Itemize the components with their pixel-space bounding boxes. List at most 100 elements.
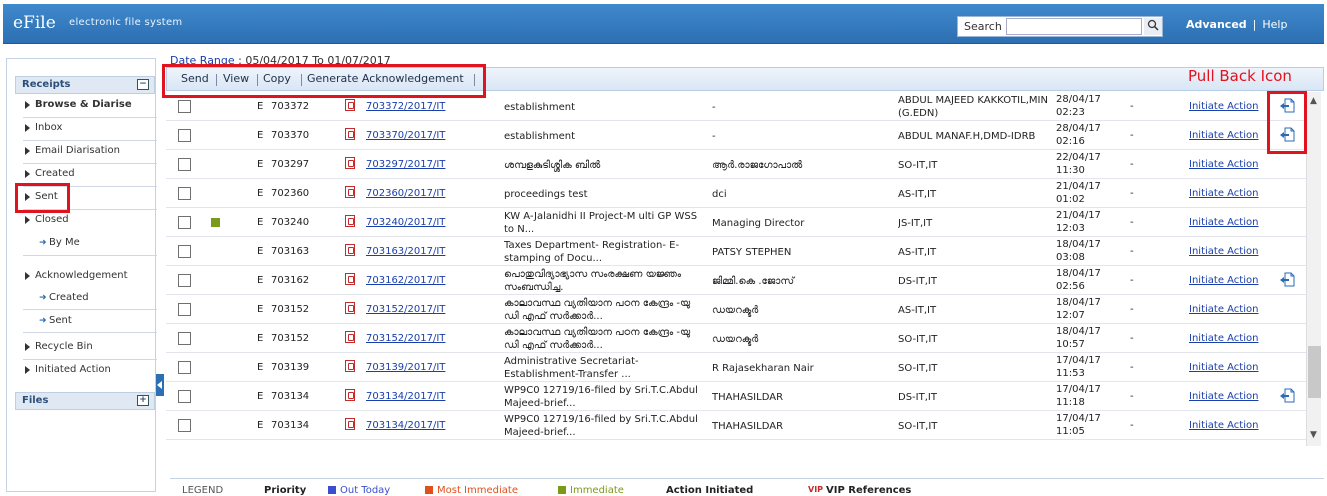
pdf-icon[interactable]	[345, 157, 355, 169]
receipt-type: E	[257, 130, 264, 141]
table-row[interactable]: E 703134 703134/2017/IT WP9C0 12719/16-file…	[166, 382, 1306, 411]
file-number-link[interactable]: 703139/2017/IT	[366, 361, 445, 374]
file-number-link[interactable]: 703163/2017/IT	[366, 245, 445, 258]
scroll-up-icon[interactable]: ▲	[1310, 96, 1317, 106]
pdf-icon[interactable]	[345, 360, 355, 372]
sidebar-item-inbox[interactable]: Inbox	[23, 120, 62, 136]
file-number-link[interactable]: 702360/2017/IT	[366, 187, 445, 200]
row-checkbox[interactable]	[178, 419, 191, 432]
pdf-icon[interactable]	[345, 128, 355, 140]
pdf-icon[interactable]	[345, 244, 355, 256]
scroll-down-icon[interactable]: ▼	[1310, 430, 1317, 440]
sidebar-item-label: By Me	[49, 237, 80, 248]
subject: WP9C0 12719/16-filed by Sri.T.C.Abdul Ma…	[504, 414, 698, 438]
sidebar-item-ack-sent[interactable]: ➜ Sent	[39, 313, 72, 329]
sent-time: 03:08	[1056, 252, 1085, 263]
pdf-icon[interactable]	[345, 186, 355, 198]
table-row[interactable]: E 703162 703162/2017/IT പൊതുവിദ്യാഭ്യാസ സംര…	[166, 266, 1306, 295]
pdf-icon[interactable]	[345, 215, 355, 227]
initiate-action-link[interactable]: Initiate Action	[1189, 187, 1258, 200]
file-number-link[interactable]: 703240/2017/IT	[366, 216, 445, 229]
row-checkbox[interactable]	[178, 390, 191, 403]
scroll-thumb[interactable]	[1308, 346, 1321, 398]
receipt-number: 703297	[271, 159, 310, 170]
file-number-link[interactable]: 703152/2017/IT	[366, 303, 445, 316]
pdf-icon[interactable]	[345, 331, 355, 343]
row-checkbox[interactable]	[178, 245, 191, 258]
file-number-link[interactable]: 703297/2017/IT	[366, 158, 445, 171]
sent-to: JS-IT,IT	[898, 217, 933, 229]
pdf-icon[interactable]	[345, 389, 355, 401]
pull-back-icon[interactable]	[1279, 272, 1295, 287]
sidebar-item-browse-diarise[interactable]: Browse & Diarise	[23, 97, 132, 113]
table-row[interactable]: E 703152 703152/2017/IT കാലാവസ്ഥ വ്യതിയാന പ…	[166, 324, 1306, 353]
files-title: Files	[22, 395, 49, 406]
initiate-action-link[interactable]: Initiate Action	[1189, 419, 1258, 432]
row-checkbox[interactable]	[178, 216, 191, 229]
sent-time: 10:57	[1056, 339, 1085, 350]
initiate-action-link[interactable]: Initiate Action	[1189, 129, 1258, 142]
pdf-icon[interactable]	[345, 99, 355, 111]
search-button[interactable]	[1144, 18, 1162, 35]
sender: R Rajasekharan Nair	[712, 362, 814, 374]
sidebar-collapse-handle[interactable]	[156, 374, 164, 396]
initiate-action-link[interactable]: Initiate Action	[1189, 245, 1258, 258]
table-row[interactable]: E 703163 703163/2017/IT Taxes Department- R…	[166, 237, 1306, 266]
pdf-icon[interactable]	[345, 302, 355, 314]
sidebar-item-closed[interactable]: Closed	[23, 212, 69, 228]
table-row[interactable]: E 703134 703134/2017/IT WP9C0 12719/16-file…	[166, 411, 1306, 440]
table-row[interactable]: E 702360 702360/2017/IT proceedings test dci…	[166, 179, 1306, 208]
sidebar-item-ack-created[interactable]: ➜ Created	[39, 290, 89, 306]
row-checkbox[interactable]	[178, 361, 191, 374]
sidebar-item-initiated-action[interactable]: Initiated Action	[23, 362, 111, 378]
initiate-action-link[interactable]: Initiate Action	[1189, 390, 1258, 403]
row-checkbox[interactable]	[178, 129, 191, 142]
sidebar-item-created[interactable]: Created	[23, 166, 75, 182]
initiate-action-link[interactable]: Initiate Action	[1189, 274, 1258, 287]
triangle-icon	[25, 343, 30, 351]
vertical-scrollbar[interactable]: ▲ ▼	[1306, 92, 1321, 446]
sidebar-item-by-me[interactable]: ➜ By Me	[39, 235, 80, 251]
file-number-link[interactable]: 703152/2017/IT	[366, 332, 445, 345]
file-number-link[interactable]: 703162/2017/IT	[366, 274, 445, 287]
table-row[interactable]: E 703152 703152/2017/IT കാലാവസ്ഥ വ്യതിയാന പ…	[166, 295, 1306, 324]
sidebar-item-acknowledgement[interactable]: Acknowledgement	[23, 268, 128, 284]
pdf-icon[interactable]	[345, 418, 355, 430]
row-checkbox[interactable]	[178, 303, 191, 316]
sender: PATSY STEPHEN	[712, 246, 792, 258]
pull-back-icon[interactable]	[1279, 388, 1295, 403]
initiate-action-link[interactable]: Initiate Action	[1189, 332, 1258, 345]
sidebar-item-email-diarisation[interactable]: Email Diarisation	[23, 143, 120, 159]
search-input[interactable]	[1006, 18, 1142, 35]
files-header[interactable]: Files +	[15, 392, 155, 410]
link-separator: |	[1252, 18, 1257, 31]
file-number-link[interactable]: 703134/2017/IT	[366, 390, 445, 403]
initiate-action-link[interactable]: Initiate Action	[1189, 158, 1258, 171]
sidebar-item-recycle-bin[interactable]: Recycle Bin	[23, 339, 93, 355]
table-row[interactable]: E 703297 703297/2017/IT ശമ്പളകുടിശ്ശിക ബിൽ ആ…	[166, 150, 1306, 179]
advanced-link[interactable]: Advanced	[1186, 18, 1247, 31]
file-number-link[interactable]: 703370/2017/IT	[366, 129, 445, 142]
table-row[interactable]: E 703240 703240/2017/IT KW A-Jalanidhi II P…	[166, 208, 1306, 237]
table-row[interactable]: E 703139 703139/2017/IT Administrative Secr…	[166, 353, 1306, 382]
row-checkbox[interactable]	[178, 158, 191, 171]
initiate-action-link[interactable]: Initiate Action	[1189, 303, 1258, 316]
square-icon	[328, 486, 336, 494]
collapse-toggle[interactable]: −	[137, 79, 149, 90]
row-checkbox[interactable]	[178, 187, 191, 200]
file-number-link[interactable]: 703372/2017/IT	[366, 100, 445, 113]
initiate-action-link[interactable]: Initiate Action	[1189, 216, 1258, 229]
expand-toggle[interactable]: +	[137, 395, 149, 406]
sent-to: AS-IT,IT	[898, 304, 937, 316]
row-checkbox[interactable]	[178, 100, 191, 113]
row-checkbox[interactable]	[178, 332, 191, 345]
sent-to: SO-IT,IT	[898, 362, 938, 374]
table-row[interactable]: E 703370 703370/2017/IT establishment - ABDUL…	[166, 121, 1306, 150]
initiate-action-link[interactable]: Initiate Action	[1189, 100, 1258, 113]
file-number-link[interactable]: 703134/2017/IT	[366, 419, 445, 432]
row-checkbox[interactable]	[178, 274, 191, 287]
pdf-icon[interactable]	[345, 273, 355, 285]
help-link[interactable]: Help	[1262, 18, 1287, 31]
receipts-header[interactable]: Receipts −	[15, 76, 155, 94]
initiate-action-link[interactable]: Initiate Action	[1189, 361, 1258, 374]
